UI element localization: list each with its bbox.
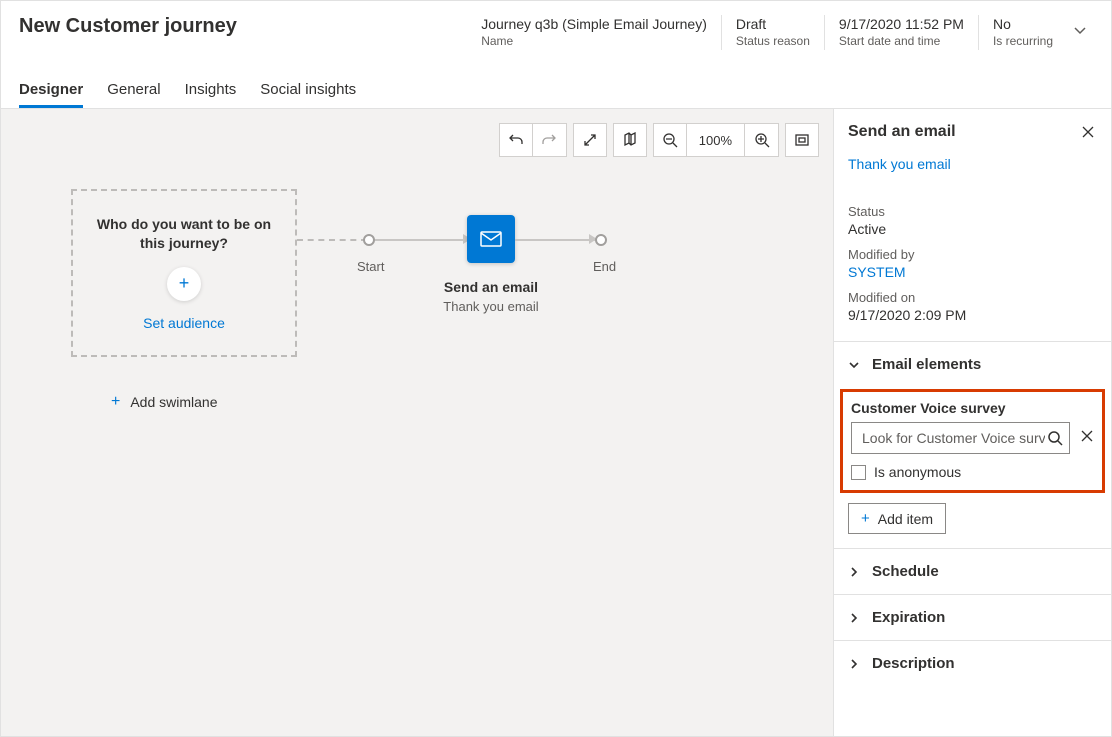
end-node	[595, 234, 607, 246]
status-label: Status	[848, 204, 1097, 219]
tab-designer[interactable]: Designer	[19, 75, 83, 108]
status-value: Active	[848, 221, 1097, 237]
meta-start-value: 9/17/2020 11:52 PM	[839, 15, 964, 33]
set-audience-link[interactable]: Set audience	[143, 315, 225, 331]
connector-line	[375, 239, 467, 241]
panel-title: Send an email	[848, 123, 1079, 141]
meta-start-label: Start date and time	[839, 33, 964, 50]
page-title: New Customer journey	[19, 11, 237, 38]
modified-by-label: Modified by	[848, 247, 1097, 262]
start-label: Start	[357, 259, 384, 274]
connector-line-2	[515, 239, 595, 241]
section-expiration[interactable]: Expiration	[834, 595, 1111, 640]
tab-bar: Designer General Insights Social insight…	[1, 57, 1111, 108]
cv-survey-label: Customer Voice survey	[851, 400, 1094, 416]
audience-placeholder[interactable]: Who do you want to be on this journey? +…	[71, 189, 297, 357]
clear-survey-button[interactable]	[1080, 429, 1094, 448]
tile-title: Send an email	[401, 279, 581, 295]
modified-on-value: 9/17/2020 2:09 PM	[848, 307, 1097, 323]
header-expand-chevron[interactable]	[1067, 11, 1093, 37]
meta-status-label: Status reason	[736, 33, 810, 50]
expiration-label: Expiration	[872, 609, 945, 626]
section-schedule[interactable]: Schedule	[834, 549, 1111, 594]
meta-recurring-label: Is recurring	[993, 33, 1053, 50]
tab-insights[interactable]: Insights	[185, 75, 237, 108]
customer-voice-block: Customer Voice survey Is anonymous	[840, 389, 1105, 493]
designer-canvas[interactable]: 100% Who do you want to be on this journ…	[1, 108, 833, 736]
cv-survey-lookup[interactable]	[851, 422, 1070, 454]
section-email-elements[interactable]: Email elements	[834, 342, 1111, 387]
end-label: End	[593, 259, 616, 274]
add-item-button[interactable]: + Add item	[848, 503, 946, 534]
plus-icon: +	[861, 510, 870, 527]
description-label: Description	[872, 655, 955, 672]
meta-recurring-value: No	[993, 15, 1053, 33]
tab-general[interactable]: General	[107, 75, 160, 108]
close-panel-button[interactable]	[1079, 123, 1097, 146]
modified-by-value[interactable]: SYSTEM	[848, 264, 1097, 280]
add-swimlane-button[interactable]: + Add swimlane	[111, 393, 218, 411]
email-elements-label: Email elements	[872, 356, 981, 373]
search-icon	[1047, 430, 1063, 446]
header-meta: Journey q3b (Simple Email Journey) Name …	[467, 11, 1067, 50]
plus-icon: +	[111, 393, 120, 411]
meta-name-label: Name	[481, 33, 707, 50]
send-email-tile[interactable]	[467, 215, 515, 263]
schedule-label: Schedule	[872, 563, 939, 580]
modified-on-label: Modified on	[848, 290, 1097, 305]
tab-social-insights[interactable]: Social insights	[260, 75, 356, 108]
add-audience-button[interactable]: +	[167, 267, 201, 301]
meta-name-value: Journey q3b (Simple Email Journey)	[481, 15, 707, 33]
start-node	[363, 234, 375, 246]
section-description[interactable]: Description	[834, 641, 1111, 686]
is-anonymous-checkbox[interactable]	[851, 465, 866, 480]
audience-question: Who do you want to be on this journey?	[85, 215, 283, 253]
cv-survey-input[interactable]	[860, 429, 1047, 447]
panel-email-link[interactable]: Thank you email	[848, 156, 951, 172]
tile-subtitle: Thank you email	[401, 299, 581, 314]
add-swimlane-label: Add swimlane	[130, 394, 217, 410]
properties-panel: Send an email Thank you email Status Act…	[833, 108, 1111, 736]
is-anonymous-label: Is anonymous	[874, 464, 961, 480]
meta-status-value: Draft	[736, 15, 810, 33]
add-item-label: Add item	[878, 511, 933, 527]
connector-dashed	[297, 239, 367, 241]
